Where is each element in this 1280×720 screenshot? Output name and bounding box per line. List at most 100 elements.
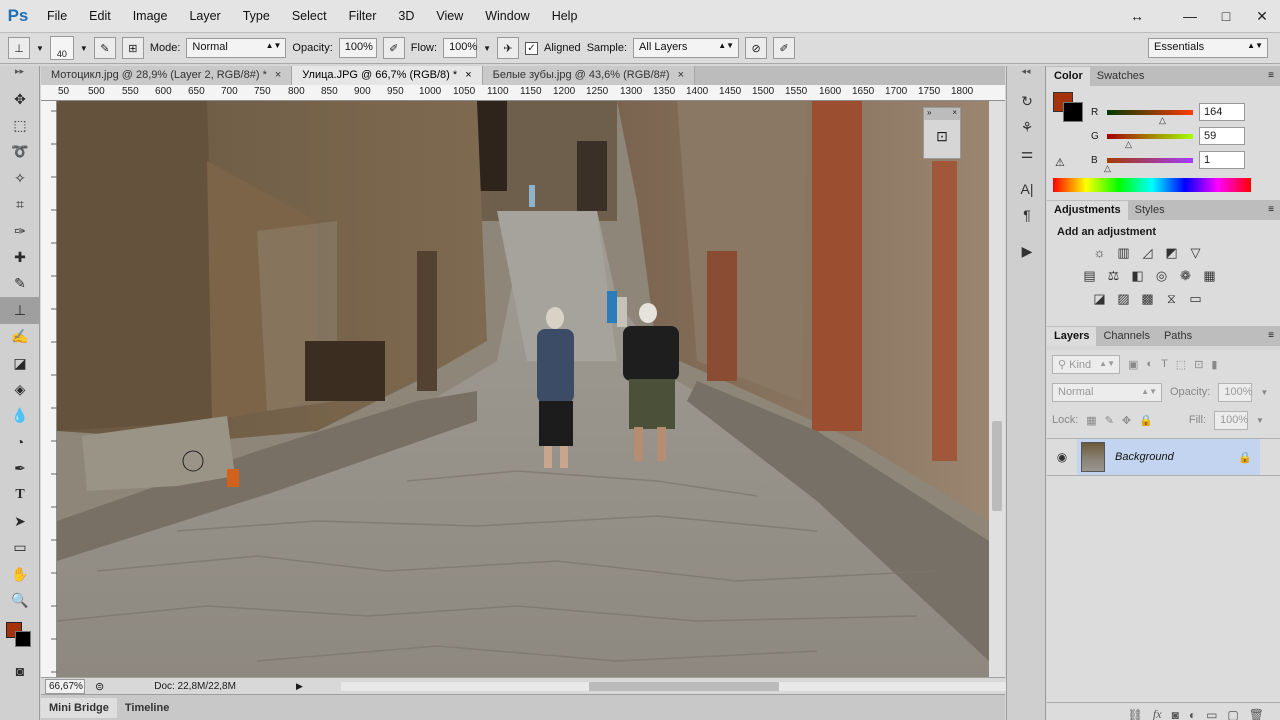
character-icon[interactable]: A| xyxy=(1007,176,1047,202)
red-value-input[interactable]: 164 xyxy=(1199,103,1245,121)
red-slider[interactable]: △ xyxy=(1107,109,1193,125)
threshold-icon[interactable]: ▩ xyxy=(1139,290,1156,307)
menu-edit[interactable]: Edit xyxy=(78,0,122,32)
ignore-adjustment-layers-icon[interactable]: ⊘ xyxy=(745,37,768,59)
visibility-eye-icon[interactable]: ◉ xyxy=(1047,450,1077,464)
type-tool-icon[interactable]: T xyxy=(0,482,40,508)
black-white-icon[interactable]: ◧ xyxy=(1129,267,1146,284)
tab-swatches[interactable]: Swatches xyxy=(1090,67,1152,86)
add-mask-icon[interactable]: ◙ xyxy=(1172,708,1179,720)
lock-all-icon[interactable]: 🔒 xyxy=(1139,414,1153,427)
zoom-tool-icon[interactable]: 🔍 xyxy=(0,587,40,613)
history-icon[interactable]: ↻ xyxy=(1007,88,1047,114)
minimize-button[interactable]: — xyxy=(1172,8,1208,24)
photo-filter-icon[interactable]: ◎ xyxy=(1153,267,1170,284)
clone-stamp-preset-icon[interactable]: ⊥ xyxy=(8,37,30,59)
color-spectrum-bar[interactable] xyxy=(1053,178,1251,192)
clone-stamp-tool-icon[interactable]: ⊥ xyxy=(0,297,40,324)
panel-menu-icon[interactable]: ≡ xyxy=(1268,204,1274,215)
pressure-size-icon[interactable]: ✐ xyxy=(773,37,796,59)
layer-opacity-input[interactable]: 100% xyxy=(1218,382,1253,402)
new-group-icon[interactable]: ▭ xyxy=(1206,708,1217,720)
delete-layer-icon[interactable]: 🗑 xyxy=(1249,708,1264,720)
airbrush-icon[interactable]: ✈ xyxy=(496,37,519,59)
blue-value-input[interactable]: 1 xyxy=(1199,151,1245,169)
invert-icon[interactable]: ◪ xyxy=(1091,290,1108,307)
close-button[interactable]: ✕ xyxy=(1244,8,1280,25)
background-color-swatch[interactable] xyxy=(1063,102,1083,122)
vibrance-icon[interactable]: ▽ xyxy=(1187,244,1204,261)
filter-pixel-icon[interactable]: ▣ xyxy=(1128,358,1138,371)
close-icon[interactable]: × xyxy=(465,69,471,81)
history-brush-tool-icon[interactable]: ✍ xyxy=(0,324,40,350)
brush-dropdown-arrow-icon[interactable]: ▼ xyxy=(80,44,88,53)
layer-row-background[interactable]: ◉ Background 🔒 xyxy=(1047,438,1280,476)
menu-view[interactable]: View xyxy=(425,0,474,32)
panel-menu-icon[interactable]: ≡ xyxy=(1268,70,1274,81)
pen-tool-icon[interactable]: ✒ xyxy=(0,455,40,481)
filter-adjustment-icon[interactable]: ◐ xyxy=(1146,358,1153,370)
brightness-contrast-icon[interactable]: ☼ xyxy=(1091,244,1108,261)
green-slider-knob[interactable]: △ xyxy=(1125,139,1132,150)
status-info-icon[interactable]: ⊜ xyxy=(95,680,104,693)
blue-slider-knob[interactable]: △ xyxy=(1104,163,1111,174)
new-adjustment-icon[interactable]: ◐ xyxy=(1189,708,1196,720)
menu-filter[interactable]: Filter xyxy=(338,0,388,32)
healing-brush-tool-icon[interactable]: ✚ xyxy=(0,244,40,270)
eyedropper-tool-icon[interactable]: ✑ xyxy=(0,218,40,244)
brush-size-picker[interactable]: 40 xyxy=(49,36,74,60)
menu-image[interactable]: Image xyxy=(122,0,179,32)
fill-arrow-icon[interactable]: ▼ xyxy=(1256,416,1264,425)
hand-tool-icon[interactable]: ✋ xyxy=(0,561,40,587)
paint-bucket-tool-icon[interactable]: ◈ xyxy=(0,376,40,402)
menu-window[interactable]: Window xyxy=(474,0,540,32)
out-of-gamut-warning-icon[interactable]: ⚠ xyxy=(1055,156,1065,169)
layer-filter-kind-select[interactable]: ⚲ Kind ▲▼ xyxy=(1052,354,1120,374)
clone-source-panel-icon[interactable]: ⚌ xyxy=(1007,140,1047,166)
tab-channels[interactable]: Channels xyxy=(1096,327,1156,346)
blend-mode-select[interactable]: Normal ▲▼ xyxy=(1052,382,1162,402)
clone-source-icon[interactable]: ⊞ xyxy=(121,37,144,59)
mode-select[interactable]: Normal ▲▼ xyxy=(186,38,287,58)
tab-paths[interactable]: Paths xyxy=(1157,327,1199,346)
status-menu-arrow-icon[interactable]: ▶ xyxy=(296,681,303,692)
exposure-icon[interactable]: ◩ xyxy=(1163,244,1180,261)
green-value-input[interactable]: 59 xyxy=(1199,127,1245,145)
lasso-tool-icon[interactable]: ➰ xyxy=(0,139,40,165)
rectangle-tool-icon[interactable]: ▭ xyxy=(0,535,40,561)
layer-body[interactable]: Background 🔒 xyxy=(1077,439,1260,475)
selective-color-icon[interactable]: ⧖ xyxy=(1163,290,1180,307)
quick-mask-icon[interactable]: ◙ xyxy=(0,658,40,684)
path-selection-tool-icon[interactable]: ➤ xyxy=(0,508,40,534)
flow-input[interactable]: 100% xyxy=(443,38,477,58)
tools-collapse-icon[interactable]: ▸▸ xyxy=(0,66,39,86)
posterize-icon[interactable]: ▨ xyxy=(1115,290,1132,307)
panel-close-icon[interactable]: × xyxy=(952,108,957,120)
green-slider[interactable]: △ xyxy=(1107,133,1193,149)
menu-type[interactable]: Type xyxy=(232,0,281,32)
tab-layers[interactable]: Layers xyxy=(1047,327,1097,346)
panel-expand-icon[interactable]: » xyxy=(927,108,931,120)
floating-mini-panel[interactable]: » × ⊡ xyxy=(923,107,961,159)
layer-style-fx-icon[interactable]: fx xyxy=(1153,707,1162,720)
actions-play-icon[interactable]: ▶ xyxy=(1007,238,1047,264)
tab-adjustments[interactable]: Adjustments xyxy=(1047,201,1128,220)
menu-select[interactable]: Select xyxy=(281,0,338,32)
layer-thumbnail[interactable] xyxy=(1081,442,1105,472)
sample-select[interactable]: All Layers ▲▼ xyxy=(633,38,740,58)
blur-tool-icon[interactable]: 💧 xyxy=(0,403,40,429)
strip-collapse-icon[interactable]: ◂◂ xyxy=(1007,66,1045,88)
brush-presets-icon[interactable]: ⚘ xyxy=(1007,114,1047,140)
vertical-scroll-thumb[interactable] xyxy=(992,421,1002,511)
color-balance-icon[interactable]: ⚖ xyxy=(1105,267,1122,284)
tab-timeline[interactable]: Timeline xyxy=(117,698,177,718)
red-slider-knob[interactable]: △ xyxy=(1159,115,1166,126)
crop-tool-icon[interactable]: ⌗ xyxy=(0,192,40,218)
color-lookup-icon[interactable]: ▦ xyxy=(1201,267,1218,284)
levels-icon[interactable]: ▥ xyxy=(1115,244,1132,261)
filter-shape-icon[interactable]: ⬚ xyxy=(1176,358,1186,371)
layer-opacity-arrow-icon[interactable]: ▼ xyxy=(1260,388,1268,397)
blue-slider[interactable]: △ xyxy=(1104,157,1193,173)
flow-dropdown-arrow-icon[interactable]: ▼ xyxy=(483,44,491,53)
menu-help[interactable]: Help xyxy=(541,0,589,32)
